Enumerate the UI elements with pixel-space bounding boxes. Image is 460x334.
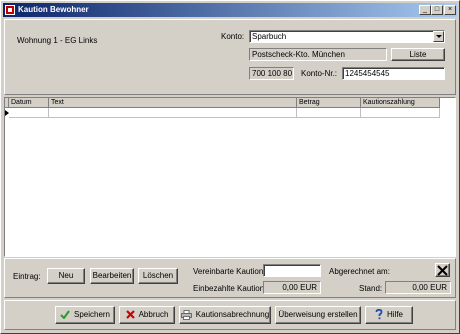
- vereinbarte-label: Vereinbarte Kaution:: [193, 267, 266, 276]
- abgerechnet-label: Abgerechnet am:: [329, 267, 390, 276]
- title-bar[interactable]: Kaution Bewohner _ □ ×: [3, 3, 457, 17]
- bearbeiten-button-label: Bearbeiten: [92, 271, 132, 280]
- stand-label: Stand:: [359, 284, 383, 293]
- col-kautionszahlung[interactable]: Kautionszahlung: [361, 98, 440, 108]
- neu-button[interactable]: Neu: [47, 268, 85, 284]
- cell-text[interactable]: [49, 108, 297, 118]
- maximize-button[interactable]: □: [431, 5, 443, 15]
- loeschen-button[interactable]: Löschen: [138, 268, 178, 284]
- loeschen-button-label: Löschen: [142, 271, 174, 280]
- cell-betrag[interactable]: [297, 108, 361, 118]
- ueberweisung-label: Überweisung erstellen: [278, 310, 358, 319]
- kontonr-value: 1245454545: [345, 69, 390, 78]
- abbruch-label: Abbruch: [138, 310, 169, 319]
- app-icon: [5, 5, 15, 15]
- eingezahlt-label: Einbezahlte Kaution:: [193, 284, 267, 293]
- konto-label: Konto:: [221, 32, 245, 41]
- action-bar: Speichern Abbruch Kautionsabrechnung Übe…: [4, 300, 456, 330]
- window-title: Kaution Bewohner: [18, 5, 89, 14]
- liste-button-label: Liste: [409, 50, 427, 59]
- red-x-icon: [125, 310, 135, 320]
- kaution-window: Kaution Bewohner _ □ × Wohnung 1 - EG Li…: [0, 0, 460, 334]
- blz-field: 700 100 80: [249, 67, 294, 80]
- blz-value: 700 100 80: [252, 69, 293, 78]
- cell-datum[interactable]: [9, 108, 49, 118]
- konto-select-value: Sparbuch: [252, 32, 287, 41]
- liste-button[interactable]: Liste: [391, 48, 445, 61]
- hilfe-button[interactable]: Hilfe: [365, 306, 413, 324]
- bank-name: Postscheck-Kto. München: [252, 50, 345, 59]
- bank-name-field: Postscheck-Kto. München: [249, 48, 387, 61]
- col-betrag[interactable]: Betrag: [297, 98, 361, 108]
- summary-panel: Eintrag: Neu Bearbeiten Löschen Vereinba…: [4, 258, 456, 298]
- neu-button-label: Neu: [58, 271, 74, 280]
- col-datum[interactable]: Datum: [9, 98, 49, 108]
- minimize-button[interactable]: _: [419, 5, 431, 15]
- eintrag-label: Eintrag:: [13, 272, 41, 281]
- question-icon: [375, 309, 383, 320]
- chevron-down-icon[interactable]: [433, 31, 444, 42]
- stand-field: 0,00 EUR: [385, 281, 451, 294]
- abbruch-button[interactable]: Abbruch: [119, 306, 175, 324]
- speichern-label: Speichern: [73, 310, 111, 319]
- ueberweisung-button[interactable]: Überweisung erstellen: [275, 306, 361, 324]
- eingezahlt-field: 0,00 EUR: [263, 281, 321, 294]
- printer-icon: [180, 309, 192, 320]
- checkmark-icon: [60, 310, 70, 320]
- black-x-icon: [437, 265, 448, 276]
- speichern-button[interactable]: Speichern: [55, 306, 115, 324]
- kontonr-input[interactable]: 1245454545: [342, 67, 445, 80]
- abrechnung-label: Kautionsabrechnung: [195, 310, 270, 319]
- kontonr-label: Konto-Nr.:: [301, 69, 338, 78]
- col-text[interactable]: Text: [49, 98, 297, 108]
- payments-grid[interactable]: Datum Text Betrag Kautionszahlung: [4, 97, 456, 257]
- vereinbarte-input[interactable]: [263, 264, 321, 277]
- bearbeiten-button[interactable]: Bearbeiten: [90, 268, 134, 284]
- kautionsabrechnung-button[interactable]: Kautionsabrechnung: [179, 306, 271, 324]
- konto-select[interactable]: Sparbuch: [249, 30, 445, 43]
- eingezahlt-value: 0,00 EUR: [282, 283, 317, 292]
- stand-value: 0,00 EUR: [412, 283, 447, 292]
- grid-header: Datum Text Betrag Kautionszahlung: [9, 98, 440, 108]
- close-button[interactable]: ×: [444, 5, 456, 15]
- hilfe-label: Hilfe: [386, 310, 403, 319]
- cell-kautionszahlung[interactable]: [361, 108, 440, 118]
- table-row[interactable]: [9, 108, 440, 118]
- clear-date-button[interactable]: [435, 263, 450, 277]
- unit-label: Wohnung 1 - EG Links: [17, 36, 98, 45]
- account-panel: Wohnung 1 - EG Links Konto: Sparbuch Pos…: [4, 19, 456, 95]
